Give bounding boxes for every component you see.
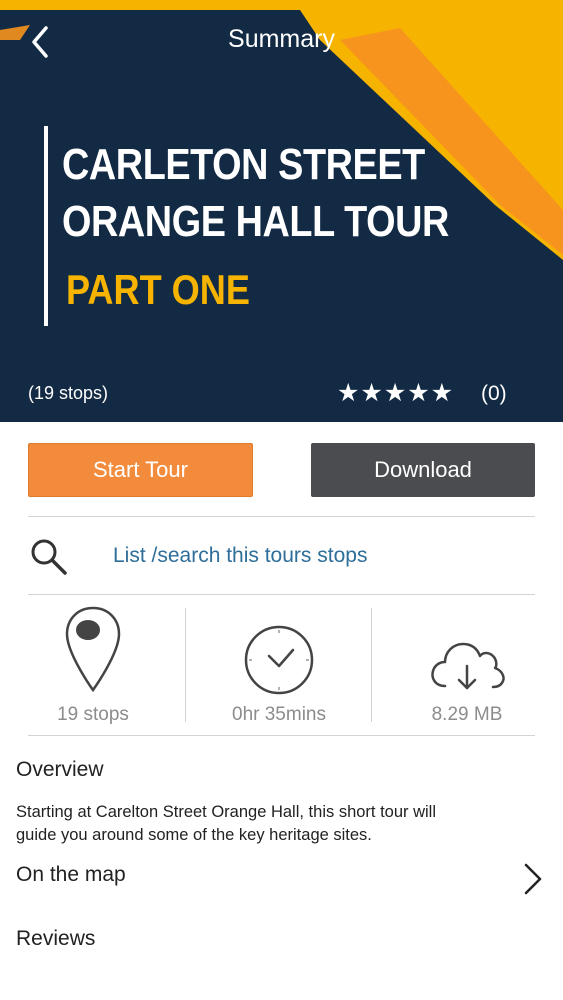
rating-stars[interactable]: ★★★★★ [337, 378, 454, 408]
divider [28, 516, 535, 517]
search-stops-label: List /search this tours stops [113, 544, 368, 567]
start-tour-button[interactable]: Start Tour [28, 443, 253, 497]
stops-count: (19 stops) [28, 383, 109, 403]
stat-separator [371, 608, 372, 722]
stat-separator [185, 608, 186, 722]
tour-hero-banner: Summary CARLETON STREET ORANGE HALL TOUR… [0, 0, 563, 422]
clock-icon [244, 625, 314, 695]
search-stops-row[interactable]: List /search this tours stops [28, 524, 535, 590]
on-the-map-heading: On the map [16, 863, 126, 886]
stat-size-label: 8.29 MB [431, 704, 503, 725]
tour-title-line-2: ORANGE HALL TOUR [62, 197, 449, 246]
download-button[interactable]: Download [311, 443, 535, 497]
reviews-heading: Reviews [16, 927, 96, 950]
nav-title: Summary [228, 25, 335, 53]
stat-stops: 19 stops [13, 604, 173, 725]
stat-size: 8.29 MB [387, 604, 547, 725]
tour-subtitle: PART ONE [66, 266, 250, 313]
stat-duration-label: 0hr 35mins [232, 704, 326, 725]
divider [28, 594, 535, 595]
overview-line-2: guide you around some of the key heritag… [16, 826, 372, 844]
on-the-map-row[interactable]: On the map [0, 855, 563, 899]
title-accent-bar [44, 126, 48, 326]
map-pin-icon [65, 606, 121, 693]
overview-heading: Overview [16, 758, 104, 781]
stat-duration: 0hr 35mins [199, 604, 359, 725]
divider [28, 735, 535, 736]
overview-text: Starting at Carelton Street Orange Hall,… [16, 801, 516, 847]
cloud-download-icon [431, 642, 505, 690]
chevron-right-icon [524, 863, 542, 895]
overview-line-1: Starting at Carelton Street Orange Hall,… [16, 803, 437, 821]
tour-title-line-1: CARLETON STREET [62, 140, 425, 189]
stat-stops-label: 19 stops [57, 704, 129, 725]
search-icon [31, 539, 67, 575]
review-count: (0) [481, 382, 507, 405]
